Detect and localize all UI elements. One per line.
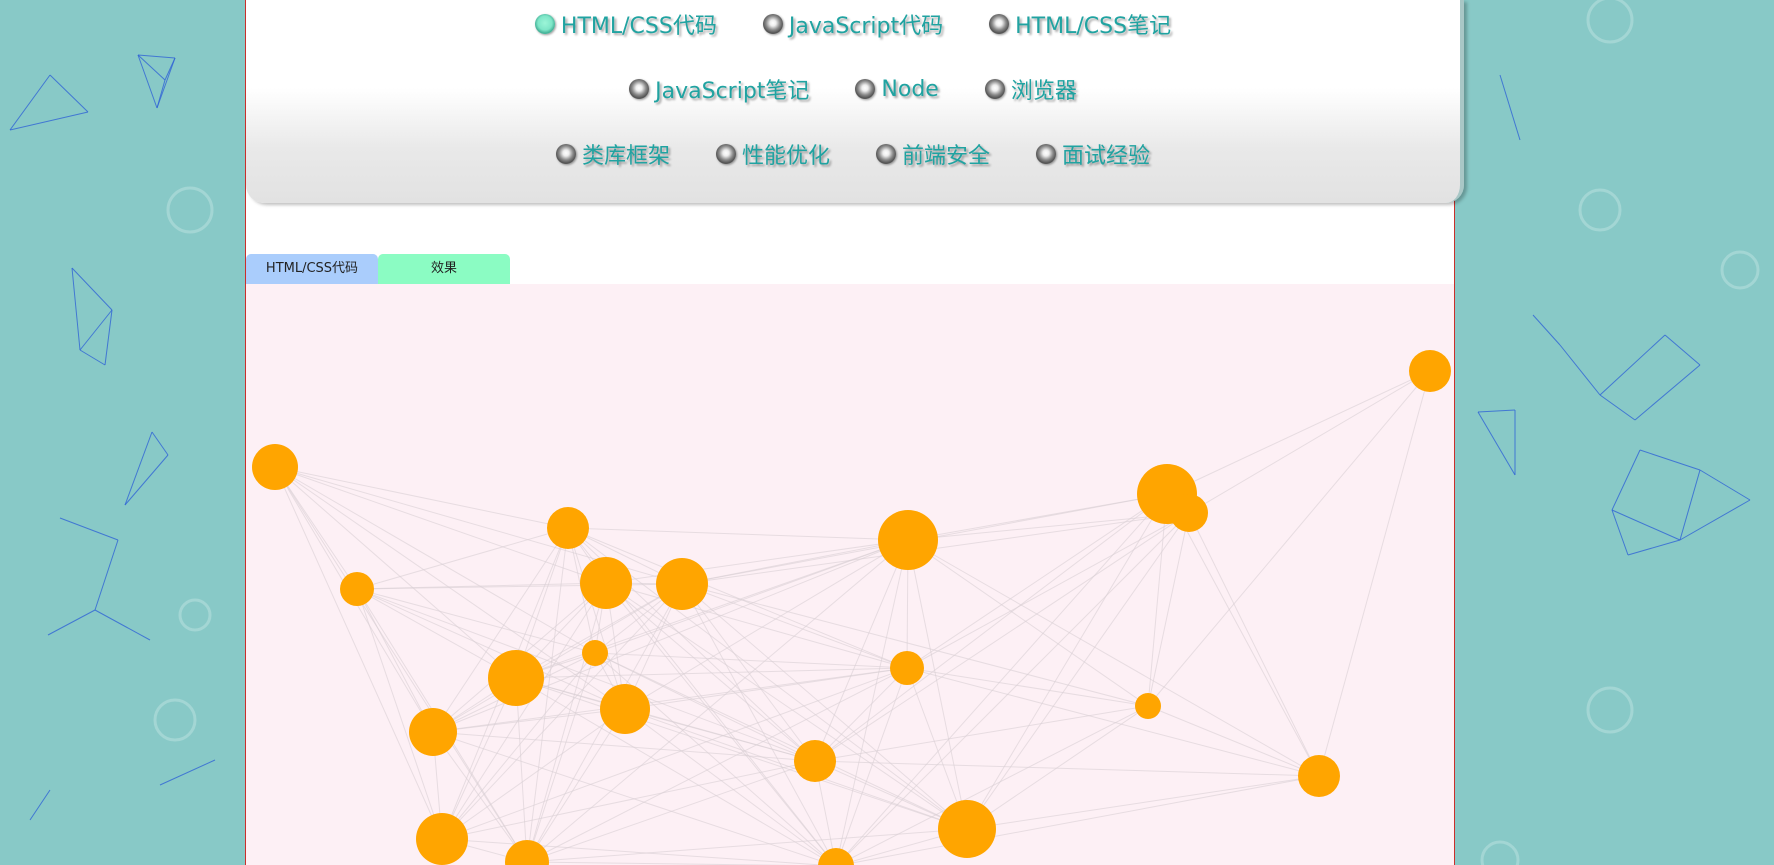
- bubble-node: [890, 651, 924, 685]
- nav-item-label: HTML/CSS代码: [560, 14, 717, 39]
- nav-row-2: JavaScript笔记 Node 浏览器: [246, 73, 1460, 105]
- nav-item-html-css-notes[interactable]: HTML/CSS笔记: [989, 8, 1171, 40]
- view-tabs: HTML/CSS代码 效果: [246, 254, 510, 284]
- nav-item-security[interactable]: 前端安全: [876, 138, 990, 170]
- nav-bullet-icon: [762, 14, 783, 34]
- nav-item-browser[interactable]: 浏览器: [984, 73, 1077, 105]
- nav-item-label: JavaScript笔记: [655, 79, 810, 104]
- nav-bullet-icon: [715, 144, 736, 164]
- nav-bullet-icon: [989, 14, 1010, 34]
- nav-item-javascript-notes[interactable]: JavaScript笔记: [629, 73, 809, 105]
- nav-item-html-css-code[interactable]: HTML/CSS代码: [534, 8, 717, 40]
- bubble-node: [1298, 755, 1340, 797]
- nav-bullet-icon: [555, 144, 576, 164]
- bubble-node: [488, 650, 544, 706]
- tab-effect[interactable]: 效果: [378, 254, 510, 284]
- bubble-node: [340, 572, 374, 606]
- nav-bullet-icon: [855, 79, 876, 99]
- bubble-network: [252, 350, 1451, 865]
- nav-row-1: HTML/CSS代码 JavaScript代码 HTML/CSS笔记: [246, 8, 1460, 40]
- nav-item-label: 浏览器: [1010, 79, 1077, 104]
- main-page: HTML/CSS代码 JavaScript代码 HTML/CSS笔记 JavaS…: [245, 0, 1464, 865]
- nav-item-label: Node: [881, 76, 939, 102]
- bubble-node: [409, 708, 457, 756]
- tab-html-css-code[interactable]: HTML/CSS代码: [246, 254, 378, 284]
- nav-item-interview[interactable]: 面试经验: [1036, 138, 1150, 170]
- bubble-node: [794, 740, 836, 782]
- bubble-node: [582, 640, 608, 666]
- category-nav: HTML/CSS代码 JavaScript代码 HTML/CSS笔记 JavaS…: [246, 0, 1464, 203]
- effect-canvas: [246, 284, 1454, 865]
- nav-bullet-icon: [984, 79, 1005, 99]
- bubble-node: [656, 558, 708, 610]
- nav-bullet-icon: [876, 144, 896, 164]
- bubble-node: [416, 813, 468, 865]
- nav-bullet-icon: [629, 79, 650, 99]
- bubble-node: [1170, 494, 1208, 532]
- bubble-node: [580, 557, 632, 609]
- bubble-node: [252, 444, 298, 490]
- nav-item-performance[interactable]: 性能优化: [715, 138, 830, 170]
- nav-bullet-icon: [1036, 144, 1057, 164]
- nav-item-label: 类库框架: [581, 144, 670, 169]
- bubble-node: [878, 510, 938, 570]
- nav-item-node[interactable]: Node: [855, 73, 939, 105]
- nav-row-3: 类库框架 性能优化 前端安全 面试经验: [246, 138, 1460, 170]
- nav-item-javascript-code[interactable]: JavaScript代码: [762, 8, 944, 40]
- bubble-node: [938, 800, 996, 858]
- nav-item-label: 前端安全: [902, 144, 991, 169]
- nav-item-label: HTML/CSS笔记: [1015, 14, 1172, 39]
- nav-item-libraries-frameworks[interactable]: 类库框架: [555, 138, 670, 170]
- bubble-node: [1409, 350, 1451, 392]
- bubble-node: [600, 684, 650, 734]
- nav-item-label: 面试经验: [1062, 144, 1151, 169]
- bubble-node: [547, 507, 589, 549]
- bubble-node: [1135, 693, 1161, 719]
- nav-bullet-icon: [534, 14, 555, 34]
- nav-item-label: JavaScript代码: [788, 14, 944, 39]
- nav-item-label: 性能优化: [741, 144, 830, 169]
